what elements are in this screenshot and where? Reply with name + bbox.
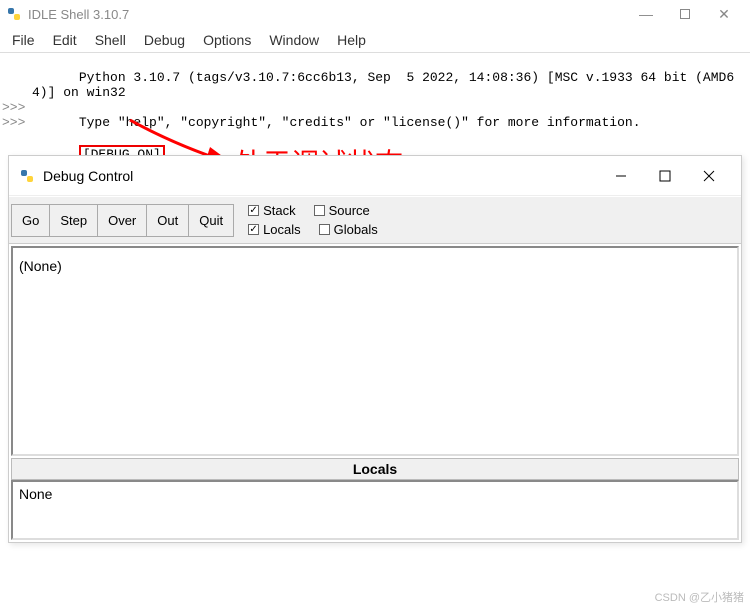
quit-button[interactable]: Quit bbox=[189, 205, 233, 236]
menu-file[interactable]: File bbox=[4, 30, 43, 50]
locals-pane[interactable]: None bbox=[11, 480, 739, 540]
locals-header: Locals bbox=[11, 458, 739, 480]
close-button[interactable] bbox=[704, 6, 744, 23]
out-button[interactable]: Out bbox=[147, 205, 189, 236]
minimize-button[interactable] bbox=[626, 6, 666, 22]
menu-shell[interactable]: Shell bbox=[87, 30, 134, 50]
close-button[interactable] bbox=[687, 161, 731, 191]
menu-edit[interactable]: Edit bbox=[45, 30, 85, 50]
menu-window[interactable]: Window bbox=[261, 30, 327, 50]
stack-pane-text: (None) bbox=[15, 250, 735, 282]
menu-help[interactable]: Help bbox=[329, 30, 374, 50]
globals-checkbox[interactable]: Globals bbox=[319, 222, 378, 237]
debug-title: Debug Control bbox=[43, 168, 599, 184]
menu-options[interactable]: Options bbox=[195, 30, 259, 50]
checkbox-icon bbox=[314, 205, 325, 216]
shell-titlebar: IDLE Shell 3.10.7 bbox=[0, 0, 750, 28]
maximize-button[interactable] bbox=[680, 9, 690, 19]
debug-check-group: Stack Source Locals Globals bbox=[248, 199, 378, 241]
stack-pane[interactable]: (None) bbox=[11, 246, 739, 456]
python-icon bbox=[6, 6, 22, 22]
shell-banner-line1: Python 3.10.7 (tags/v3.10.7:6cc6b13, Sep… bbox=[32, 70, 734, 100]
menu-debug[interactable]: Debug bbox=[136, 30, 193, 50]
checkbox-icon bbox=[319, 224, 330, 235]
step-button[interactable]: Step bbox=[50, 205, 98, 236]
debug-control-window: Debug Control Go Step Over Out Quit Stac… bbox=[8, 155, 742, 543]
source-checkbox[interactable]: Source bbox=[314, 203, 370, 218]
maximize-button[interactable] bbox=[643, 161, 687, 191]
shell-title: IDLE Shell 3.10.7 bbox=[28, 7, 626, 22]
locals-checkbox[interactable]: Locals bbox=[248, 222, 301, 237]
debug-button-group: Go Step Over Out Quit bbox=[11, 204, 234, 237]
checkbox-icon bbox=[248, 224, 259, 235]
checkbox-icon bbox=[248, 205, 259, 216]
python-icon bbox=[19, 168, 35, 184]
shell-banner-line2: Type "help", "copyright", "credits" or "… bbox=[79, 115, 641, 130]
locals-value: None bbox=[19, 486, 52, 502]
debug-toolbar: Go Step Over Out Quit Stack Source Local… bbox=[9, 196, 741, 244]
go-button[interactable]: Go bbox=[12, 205, 50, 236]
watermark: CSDN @乙小猪猪 bbox=[655, 589, 744, 605]
over-button[interactable]: Over bbox=[98, 205, 147, 236]
menubar: File Edit Shell Debug Options Window Hel… bbox=[0, 28, 750, 52]
stack-checkbox[interactable]: Stack bbox=[248, 203, 296, 218]
debug-titlebar: Debug Control bbox=[9, 156, 741, 196]
minimize-button[interactable] bbox=[599, 161, 643, 191]
